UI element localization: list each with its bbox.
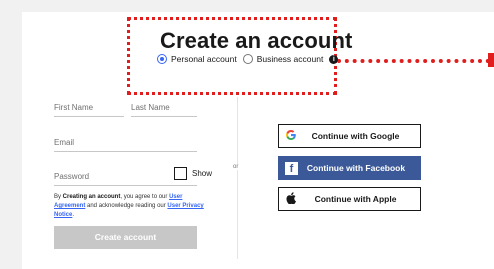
apple-icon <box>279 192 303 206</box>
legal-bold-text: Creating an account <box>62 194 121 200</box>
callout-pointer-line <box>337 59 490 63</box>
account-type-selector: Personal account Business account i <box>157 54 339 64</box>
legal-suffix: . <box>72 212 75 218</box>
last-name-placeholder: Last Name <box>131 103 170 112</box>
continue-with-facebook-button[interactable]: f Continue with Facebook <box>278 156 421 180</box>
show-password-checkbox[interactable] <box>174 167 187 180</box>
first-name-placeholder: First Name <box>54 103 94 112</box>
callout-pointer-tip <box>488 53 494 67</box>
legal-prefix: By <box>54 194 63 200</box>
business-account-label[interactable]: Business account <box>257 54 324 64</box>
info-icon[interactable]: i <box>329 54 339 64</box>
email-placeholder: Email <box>54 138 75 147</box>
show-password-label[interactable]: Show <box>192 169 212 178</box>
google-icon <box>279 129 303 143</box>
legal-text-1: , you agree to our <box>120 194 170 200</box>
last-name-field[interactable]: Last Name <box>131 103 197 117</box>
facebook-icon: f <box>285 161 298 175</box>
legal-text-2: and acknowledge reading our <box>85 203 168 209</box>
personal-account-label[interactable]: Personal account <box>171 54 237 64</box>
continue-with-apple-button[interactable]: Continue with Apple <box>278 187 421 211</box>
or-separator: or <box>233 164 239 170</box>
google-button-label: Continue with Google <box>311 131 400 141</box>
create-account-button[interactable]: Create account <box>54 226 197 249</box>
first-name-field[interactable]: First Name <box>54 103 124 117</box>
legal-notice: By Creating an account, you agree to our… <box>54 193 214 220</box>
page-title: Create an account <box>160 28 353 53</box>
facebook-button-label: Continue with Facebook <box>306 163 406 173</box>
personal-account-radio[interactable] <box>157 54 167 64</box>
continue-with-google-button[interactable]: Continue with Google <box>278 124 421 148</box>
password-placeholder: Password <box>54 172 90 181</box>
business-account-radio[interactable] <box>242 54 253 64</box>
apple-button-label: Continue with Apple <box>314 194 397 204</box>
column-divider <box>237 97 238 259</box>
email-field[interactable]: Email <box>54 138 197 152</box>
